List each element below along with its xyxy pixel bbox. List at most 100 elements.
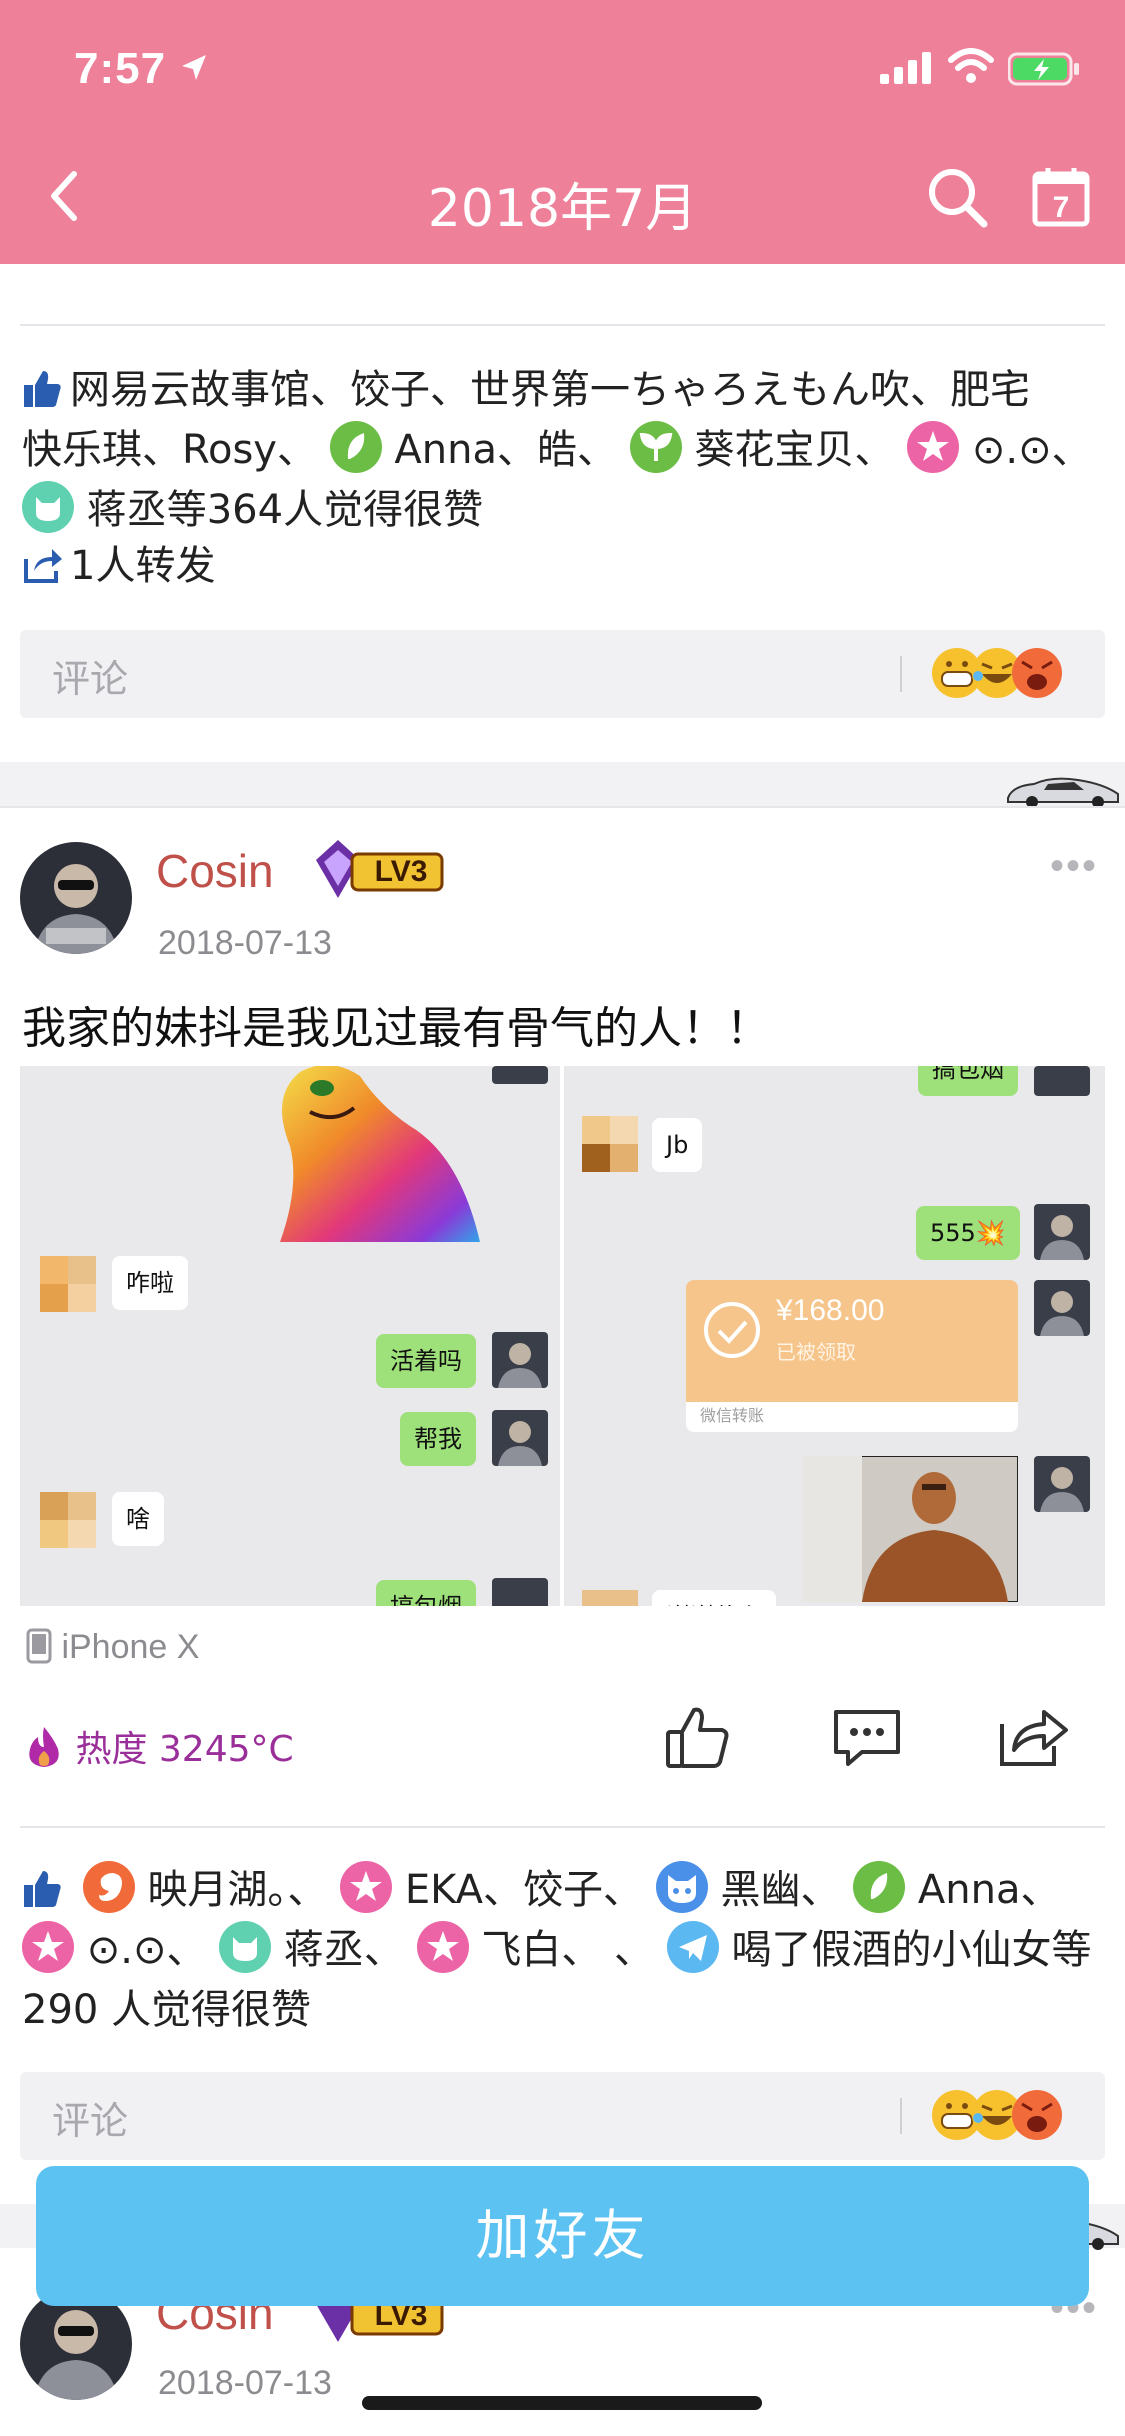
cellular-signal-icon — [880, 52, 931, 84]
car-decoration-icon — [1007, 777, 1119, 808]
transfer-amount: ¥168.00 — [776, 1294, 885, 1327]
likes-count[interactable]: 290 人觉得很赞 — [22, 1987, 311, 2033]
star-badge-icon — [22, 1921, 74, 1973]
top-bar: 7:57 2018年7月 7 — [0, 0, 1125, 264]
chat-message: 啥 — [112, 1492, 164, 1546]
likes-names[interactable]: 喝了假酒的小仙女等 — [732, 1927, 1092, 1973]
location-arrow-icon — [182, 55, 206, 80]
star-badge-icon — [907, 421, 960, 473]
likes-names[interactable]: 网易云故事馆、饺子、世界第一ちゃろえもん吹、肥宅 — [70, 367, 1030, 413]
chat-message: 谢谢什么 — [652, 1590, 776, 1606]
flame-icon — [29, 1727, 59, 1767]
squirrel-badge-icon — [82, 1861, 135, 1913]
muscle-man-image — [802, 1456, 1018, 1602]
username[interactable]: Cosin — [156, 844, 274, 898]
chat-message: 帮我 — [400, 1412, 476, 1466]
share-icon[interactable] — [998, 1706, 1070, 1768]
divider — [20, 324, 1105, 326]
like-thumb-icon — [24, 371, 61, 407]
like-icon[interactable] — [664, 1704, 730, 1770]
chat-message: 咋啦 — [112, 1256, 188, 1310]
battery-icon — [1008, 52, 1079, 86]
post-image-left[interactable]: 咋啦 活着吗 帮我 啥 搞包烟 — [20, 1066, 560, 1606]
wifi-icon — [948, 48, 994, 83]
chat-message: 搞包烟 — [918, 1066, 1018, 1096]
level-badge: LV3 — [308, 836, 446, 902]
cat-badge-icon — [22, 481, 74, 533]
phone-icon — [26, 1628, 52, 1664]
likes-names[interactable]: 黑幽、 — [720, 1867, 840, 1913]
chat-message: 555💥 — [916, 1206, 1020, 1260]
search-icon[interactable] — [926, 166, 988, 228]
likes-names[interactable]: 快乐琪、Rosy、 — [22, 427, 317, 473]
likes-names[interactable]: Anna、 — [918, 1867, 1061, 1913]
post-date: 2018-07-13 — [158, 2364, 332, 2402]
likes-names[interactable]: 蒋丞等364人觉得很赞 — [87, 487, 483, 533]
likes-names[interactable]: 葵花宝贝、 — [694, 427, 894, 473]
device-label: iPhone X — [26, 1628, 199, 1667]
post1-reposts[interactable]: 1人转发 — [22, 536, 215, 596]
post2-likes: 映月湖。、 EKA、饺子、 黑幽、 Anna、 ⊙.⊙、 蒋丞、 飞白、 、 喝… — [22, 1860, 1112, 2040]
post-text: 我家的妹抖是我见过最有骨气的人！！ — [22, 1003, 770, 1054]
feed: 网易云故事馆、饺子、世界第一ちゃろえもん吹、肥宅 快乐琪、Rosy、 Anna、… — [0, 264, 1125, 2436]
add-friend-button[interactable]: 加好友 — [36, 2166, 1089, 2306]
chat-avatar — [492, 1578, 548, 1606]
sprout-badge-icon — [629, 421, 682, 473]
likes-names[interactable]: Anna、皓、 — [394, 427, 617, 473]
likes-names[interactable]: 飞白、 、 — [481, 1927, 654, 1973]
post-date: 2018-07-13 — [158, 924, 332, 962]
likes-names[interactable]: 蒋丞、 — [284, 1927, 404, 1973]
leaf-badge-icon — [329, 421, 382, 473]
chat-avatar — [492, 1332, 548, 1388]
frog-sticker-image — [280, 1066, 480, 1242]
post2-comment-box[interactable]: 评论 — [20, 2072, 1105, 2160]
chat-avatar — [492, 1410, 548, 1466]
leaf-badge-icon — [853, 1861, 906, 1913]
heat-value: 热度 3245°C — [75, 1729, 294, 1770]
chat-avatar — [1034, 1066, 1090, 1096]
chat-avatar — [1034, 1456, 1090, 1512]
paper-plane-badge-icon — [666, 1921, 719, 1973]
blurred-avatar-icon — [582, 1116, 638, 1172]
transfer-card: ¥168.00 已被领取 — [686, 1280, 1018, 1402]
device-name: iPhone X — [61, 1628, 200, 1666]
calendar-icon[interactable]: 7 — [1032, 166, 1090, 228]
transfer-label: 微信转账 — [686, 1402, 1018, 1432]
status-time: 7:57 — [74, 44, 167, 93]
repost-count: 1人转发 — [70, 543, 216, 589]
chat-message: 活着吗 — [376, 1334, 476, 1388]
chat-avatar — [1034, 1280, 1090, 1336]
comment-placeholder: 评论 — [52, 2099, 129, 2143]
heat-indicator: 热度 3245°C — [24, 1720, 294, 1772]
likes-names[interactable]: EKA、饺子、 — [405, 1867, 643, 1913]
star-badge-icon — [340, 1861, 393, 1913]
star-badge-icon — [416, 1921, 469, 1973]
level-text: LV3 — [374, 855, 428, 888]
angry-emoji-icon[interactable] — [1010, 2088, 1064, 2142]
cat-badge-icon — [219, 1921, 272, 1973]
blurred-avatar-icon — [40, 1492, 96, 1548]
divider — [0, 806, 1125, 808]
divider — [900, 2098, 902, 2134]
blurred-avatar-icon — [582, 1590, 638, 1606]
transfer-status: 已被领取 — [776, 1342, 856, 1364]
chat-message: Jb — [652, 1118, 703, 1172]
cat-face-badge-icon — [655, 1861, 708, 1913]
comment-icon[interactable] — [832, 1708, 902, 1768]
more-options-icon[interactable]: ••• — [1050, 844, 1098, 889]
avatar[interactable] — [20, 842, 132, 954]
home-indicator[interactable] — [362, 2396, 762, 2410]
chat-avatar — [1034, 1204, 1090, 1260]
repost-icon — [24, 549, 62, 583]
likes-names[interactable]: 映月湖。、 — [147, 1867, 327, 1913]
likes-names[interactable]: ⊙.⊙、 — [972, 427, 1092, 473]
post1-comment-box[interactable]: 评论 — [20, 630, 1105, 718]
chat-avatar — [492, 1066, 548, 1084]
divider — [900, 656, 902, 692]
likes-names[interactable]: ⊙.⊙、 — [87, 1927, 207, 1973]
post-image-right[interactable]: 搞包烟 Jb 555💥 ¥168.00 已被领取 微信转账 谢谢什么 — [564, 1066, 1105, 1606]
check-circle-icon — [704, 1302, 760, 1358]
post-separator — [0, 762, 1125, 806]
like-thumb-icon — [24, 1871, 61, 1907]
angry-emoji-icon[interactable] — [1010, 646, 1064, 700]
